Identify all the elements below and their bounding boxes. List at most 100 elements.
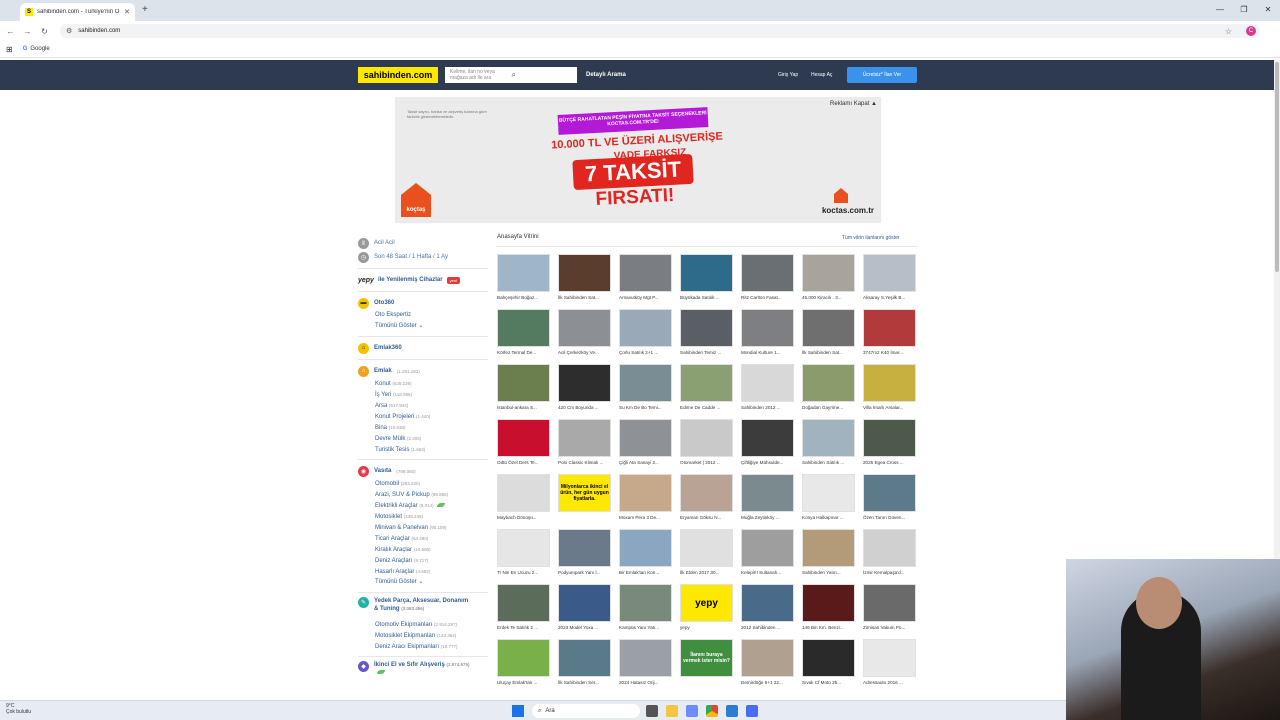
showcase-card[interactable]: Sahibinden Yatırı...	[802, 529, 855, 580]
listing-thumbnail[interactable]	[558, 254, 611, 292]
show-all-link[interactable]: Tümünü Göster ⌄	[375, 577, 488, 588]
listing-caption[interactable]: Çiğli Ata Sanayi 2...	[619, 460, 672, 465]
minimize-icon[interactable]: —	[1208, 0, 1232, 21]
listing-thumbnail[interactable]	[863, 529, 916, 567]
sidebar-item-konut[interactable]: Konut (639.226)	[375, 378, 488, 389]
show-all-link[interactable]: Tümünü Göster ⌄	[375, 321, 488, 332]
showcase-card[interactable]: Sahibinden 2012 ...	[741, 364, 794, 415]
listing-thumbnail[interactable]	[619, 639, 672, 677]
search-input[interactable]: Kelime, ilan no veya mağaza adı ile ara …	[445, 67, 577, 83]
listing-caption[interactable]: Muğla Zeytinköy ...	[741, 515, 794, 520]
listing-thumbnail[interactable]	[680, 309, 733, 347]
listing-thumbnail[interactable]	[802, 584, 855, 622]
listing-caption[interactable]: Çorlu Satılık 2+1 ...	[619, 350, 672, 355]
search-icon[interactable]: ⌕	[512, 70, 574, 80]
showcase-card[interactable]: Su Km De Bo Temi...	[619, 364, 672, 415]
sidebar-item-bina[interactable]: Bina (10.638)	[375, 422, 488, 433]
listing-thumbnail[interactable]	[497, 474, 550, 512]
listing-caption[interactable]: Polo Classic Klimalı ...	[558, 460, 611, 465]
listing-caption[interactable]: 2012 Sahibinden ...	[741, 625, 794, 630]
listing-thumbnail[interactable]	[863, 584, 916, 622]
listing-caption[interactable]: Sahibinden Yatırı...	[802, 570, 855, 575]
listing-thumbnail[interactable]	[741, 254, 794, 292]
showcase-card[interactable]: Arnavutköy Mgt P...	[619, 254, 672, 305]
listing-thumbnail[interactable]	[863, 254, 916, 292]
sidebar-item-minivan[interactable]: Minivan & Panelvan (90.159)	[375, 522, 488, 533]
listing-thumbnail[interactable]	[741, 419, 794, 457]
showcase-card[interactable]: Milyonlarca ikinci el ürün, her gün uygu…	[558, 474, 611, 525]
listing-caption[interactable]: Çiftliğiye Mahsulde...	[741, 460, 794, 465]
post-ad-button[interactable]: Ücretsiz* İlan Ver	[847, 67, 917, 83]
showcase-card[interactable]: Mondial Kulture 1...	[741, 309, 794, 360]
listing-caption[interactable]: İlk Sahibinden Sat...	[558, 295, 611, 300]
showcase-card[interactable]: 2025 Egea Cross ...	[863, 419, 916, 470]
sahibinden-logo[interactable]: sahibinden.com	[358, 67, 438, 83]
listing-caption[interactable]: Kelepir!! Sultanah...	[741, 570, 794, 575]
profile-avatar[interactable]: C	[1246, 26, 1256, 36]
listing-thumbnail[interactable]	[619, 364, 672, 402]
listing-thumbnail[interactable]	[619, 529, 672, 567]
browser-tab[interactable]: S sahibinden.com - Türkiye'nin O... ✕	[20, 3, 135, 21]
sidebar-item-otomotiv-ekipman[interactable]: Otomotiv Ekipmanları (2.914.297)	[375, 619, 488, 630]
showcase-card[interactable]: Muğla Zeytinköy ...	[741, 474, 794, 525]
listing-caption[interactable]: Zirnisan Vakum Po...	[863, 625, 916, 630]
showcase-card[interactable]: Tr Nin En Ucuzu 2...	[497, 529, 550, 580]
windows-start-icon[interactable]	[512, 705, 524, 717]
login-link[interactable]: Giriş Yap	[778, 72, 798, 78]
showcase-card[interactable]: Kampüs Yanı Yatı...	[619, 584, 672, 635]
listing-caption[interactable]: 3747m2 K40 İmar...	[863, 350, 916, 355]
listing-thumbnail[interactable]	[802, 254, 855, 292]
listing-thumbnail[interactable]	[558, 584, 611, 622]
showcase-card[interactable]: Bahçeşehir Boğaz...	[497, 254, 550, 305]
showcase-card[interactable]: Otomarket | 2012 ...	[680, 419, 733, 470]
listing-thumbnail[interactable]	[680, 419, 733, 457]
ad-close-button[interactable]: Reklamı Kapat ▲	[830, 101, 877, 107]
listing-thumbnail[interactable]: Milyonlarca ikinci el ürün, her gün uygu…	[558, 474, 611, 512]
bookmark-star-icon[interactable]: ☆	[1225, 27, 1232, 36]
listing-caption[interactable]: 2024 Hatasız Orij...	[619, 680, 672, 685]
listing-caption[interactable]: İlk Sahibinden Ser...	[558, 680, 611, 685]
listing-thumbnail[interactable]	[680, 364, 733, 402]
weather-widget[interactable]: 9°C Çok bulutlu	[6, 703, 31, 715]
forward-icon[interactable]: →	[21, 27, 34, 36]
showcase-card[interactable]: İlk Sahibinden Ser...	[558, 639, 611, 690]
sidebar-item-motosiklet[interactable]: Motosiklet (136.249)	[375, 511, 488, 522]
listing-thumbnail[interactable]	[741, 529, 794, 567]
showcase-card[interactable]: Edirne De Cadde ...	[680, 364, 733, 415]
listing-thumbnail[interactable]	[619, 254, 672, 292]
listing-caption[interactable]: Odtü Özel Ders Te...	[497, 460, 550, 465]
listing-thumbnail[interactable]	[863, 309, 916, 347]
showcase-card[interactable]: Bir Emlak'tan Kon...	[619, 529, 672, 580]
listing-thumbnail[interactable]	[558, 639, 611, 677]
showcase-card[interactable]: Erdek Te Satılık 2 ...	[497, 584, 550, 635]
sidebar-item-deniz[interactable]: Deniz Araçları (9.717)	[375, 555, 488, 566]
close-window-icon[interactable]: ✕	[1256, 0, 1280, 21]
listing-caption[interactable]: Maybach Dönüşü...	[497, 515, 550, 520]
detailed-search-link[interactable]: Detaylı Arama	[586, 72, 626, 78]
listing-thumbnail[interactable]	[619, 474, 672, 512]
listing-caption[interactable]: Podyumpark Yanı İ...	[558, 570, 611, 575]
showcase-card[interactable]: Adressauto 2016 ...	[863, 639, 916, 690]
listing-caption[interactable]: 2023 Model Yoxa ...	[558, 625, 611, 630]
showcase-card[interactable]: Ritz Carlton Fasat...	[741, 254, 794, 305]
showcase-card[interactable]: 45.000 Kiracılı . 3...	[802, 254, 855, 305]
listing-caption[interactable]: Tr Nin En Ucuzu 2...	[497, 570, 550, 575]
listing-caption[interactable]: 146 Bin Km. Benzi...	[802, 625, 855, 630]
listing-caption[interactable]: Körfez Termal De...	[497, 350, 550, 355]
sidebar-item-motosiklet-ekipman[interactable]: Motosiklet Ekipmanları (143.354)	[375, 630, 488, 641]
new-tab-icon[interactable]: +	[142, 4, 148, 15]
showcase-card[interactable]: Polo Classic Klimalı ...	[558, 419, 611, 470]
register-link[interactable]: Hesap Aç	[811, 72, 832, 78]
listing-caption[interactable]: Aksaray S.Yeşilk B...	[863, 295, 916, 300]
sidebar-item-arazi-suv[interactable]: Arazi, SUV & Pickup (99.895)	[375, 489, 488, 500]
sidebar-item-turistik-tesis[interactable]: Turistik Tesis (1.663)	[375, 444, 488, 455]
listing-thumbnail[interactable]	[863, 639, 916, 677]
listing-caption[interactable]: 420 Cm Boyunda ...	[558, 405, 611, 410]
listing-caption[interactable]: Bahçeşehir Boğaz...	[497, 295, 550, 300]
sidebar-acil[interactable]: Ⅱ Acil Acil	[358, 236, 488, 250]
showcase-card[interactable]: Doğadan Gayrime...	[802, 364, 855, 415]
listing-thumbnail[interactable]	[558, 419, 611, 457]
app-icon[interactable]	[746, 705, 758, 717]
listing-caption[interactable]: 2025 Egea Cross ...	[863, 460, 916, 465]
showcase-card[interactable]: 146 Bin Km. Benzi...	[802, 584, 855, 635]
